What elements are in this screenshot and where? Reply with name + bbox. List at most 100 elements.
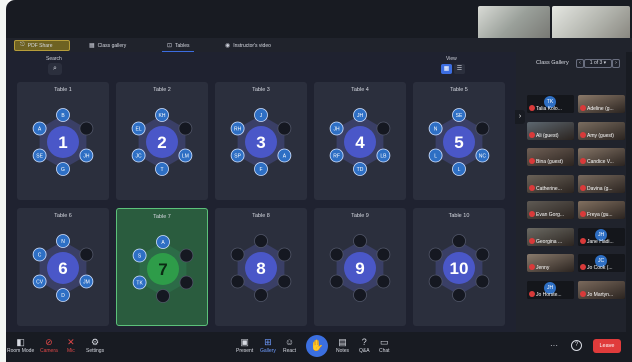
page-select[interactable]: 1 of 3 ▾ bbox=[584, 59, 612, 68]
participant-tile[interactable]: Georgina ... bbox=[527, 227, 574, 246]
empty-seat[interactable] bbox=[230, 274, 245, 289]
tab-instructors-video[interactable]: ◉ Instructor's video bbox=[220, 40, 276, 51]
previous-page-button[interactable]: ‹ bbox=[576, 59, 584, 68]
empty-seat[interactable] bbox=[475, 121, 490, 136]
participant-tile[interactable]: Catherine... bbox=[527, 174, 574, 193]
more-icon: ··· bbox=[550, 341, 558, 350]
mic-button[interactable]: ✕ Mic bbox=[67, 336, 75, 354]
seat-initials: EL bbox=[136, 127, 142, 133]
empty-seat[interactable] bbox=[452, 234, 466, 248]
table-card[interactable]: Table 7 7 A TK S bbox=[116, 208, 208, 326]
empty-seat[interactable] bbox=[353, 234, 367, 248]
list-view-button[interactable]: ☰ bbox=[454, 64, 465, 74]
participant-name: Adeline (g... bbox=[587, 106, 614, 112]
tab-pdf-share[interactable]: ⎋ PDF Share bbox=[14, 40, 70, 51]
collapse-sidebar-button[interactable]: › bbox=[515, 110, 525, 124]
participant-tile[interactable]: Bina (guest) bbox=[527, 148, 574, 166]
empty-seat[interactable] bbox=[277, 247, 292, 262]
empty-seat[interactable] bbox=[376, 274, 391, 289]
tab-class-gallery[interactable]: ▦ Class gallery bbox=[84, 40, 131, 51]
question-icon: ? bbox=[361, 337, 367, 347]
empty-seat[interactable] bbox=[254, 288, 268, 302]
participant-tile[interactable]: Candice V... bbox=[578, 148, 625, 166]
camera-button[interactable]: ⊘ Camera bbox=[40, 336, 58, 354]
settings-button[interactable]: ⚙ Settings bbox=[86, 336, 104, 354]
participant-tile[interactable]: Freya (gu... bbox=[578, 201, 625, 219]
seat-initials: RH bbox=[234, 127, 242, 133]
table-card[interactable]: Table 88 bbox=[215, 208, 307, 326]
participant-tile[interactable]: Evan Gorg... bbox=[527, 201, 574, 219]
present-button[interactable]: ▣ Present bbox=[236, 336, 253, 354]
leave-button[interactable]: Leave bbox=[593, 339, 621, 353]
grid-view-button[interactable]: ▦ bbox=[441, 64, 452, 74]
notes-icon: ▤ bbox=[338, 337, 347, 347]
table-card[interactable]: Table 4 4 JH LB TD RF JH bbox=[314, 82, 406, 200]
table-card[interactable]: Table 10 10 bbox=[413, 208, 505, 326]
table-card[interactable]: Table 5 5 SE NC L L N bbox=[413, 82, 505, 200]
empty-seat[interactable] bbox=[329, 247, 344, 262]
table-card[interactable]: Table 2 2 KH LM T JC EL bbox=[116, 82, 208, 200]
room-mode-button[interactable]: ◧ Room Mode bbox=[7, 336, 34, 354]
participant-tile[interactable]: Amy (guest) bbox=[578, 121, 625, 140]
empty-seat[interactable] bbox=[475, 274, 490, 289]
raise-hand-button[interactable]: ✋ bbox=[306, 335, 328, 357]
help-button[interactable]: ? bbox=[571, 340, 582, 351]
chevron-right-icon: › bbox=[518, 113, 522, 120]
empty-seat[interactable] bbox=[428, 247, 443, 262]
empty-seat[interactable] bbox=[179, 248, 194, 263]
seat-initials: C bbox=[38, 253, 42, 259]
table-layout: 4 JH LB TD RF JH bbox=[329, 108, 391, 176]
search-button[interactable]: ⌕ bbox=[48, 63, 62, 75]
participant-tile[interactable]: Adeline (g... bbox=[578, 95, 625, 113]
empty-seat[interactable] bbox=[329, 274, 344, 289]
mic-off-icon: ✕ bbox=[67, 337, 75, 347]
gallery-button[interactable]: ⊞ Gallery bbox=[260, 336, 276, 354]
participant-tile[interactable]: JC Jo Cook (... bbox=[578, 254, 625, 272]
empty-seat[interactable] bbox=[475, 247, 490, 262]
chat-button[interactable]: ▭ Chat bbox=[379, 336, 390, 354]
empty-seat[interactable] bbox=[277, 274, 292, 289]
empty-seat[interactable] bbox=[179, 275, 194, 290]
next-page-button[interactable]: › bbox=[612, 59, 620, 68]
empty-seat[interactable] bbox=[79, 247, 94, 262]
empty-seat[interactable] bbox=[376, 247, 391, 262]
table-number: 8 bbox=[256, 259, 265, 278]
view-label: View bbox=[446, 56, 457, 62]
participant-tile[interactable]: JH Jo Horste... bbox=[527, 280, 574, 299]
search-icon: ⌕ bbox=[53, 65, 57, 72]
empty-seat[interactable] bbox=[353, 288, 367, 302]
empty-seat[interactable] bbox=[79, 121, 94, 136]
table-card[interactable]: Table 1 1 B JH G SE A bbox=[17, 82, 109, 200]
table-card[interactable]: Table 6 6 N JM D CV C bbox=[17, 208, 109, 326]
empty-seat[interactable] bbox=[277, 121, 292, 136]
participant-name: Jo Martyn... bbox=[587, 291, 614, 298]
chat-icon: ▭ bbox=[380, 337, 389, 347]
participant-tile[interactable]: Davina (g... bbox=[578, 174, 625, 193]
table-card[interactable]: Table 3 3 J A F SP RH bbox=[215, 82, 307, 200]
empty-seat[interactable] bbox=[230, 247, 245, 262]
participant-tile[interactable]: JH Jane Hadi... bbox=[578, 227, 625, 246]
empty-seat[interactable] bbox=[428, 274, 443, 289]
tab-tables[interactable]: ⊡ Tables bbox=[162, 40, 195, 53]
qa-button[interactable]: ? Q&A bbox=[359, 336, 370, 354]
react-button[interactable]: ☺ React bbox=[283, 336, 296, 354]
participant-tile[interactable]: Jenny bbox=[527, 254, 574, 272]
empty-seat[interactable] bbox=[254, 234, 268, 248]
mic-off-icon bbox=[580, 264, 586, 270]
table-card[interactable]: Table 99 bbox=[314, 208, 406, 326]
more-button[interactable]: ··· bbox=[550, 341, 558, 350]
empty-seat[interactable] bbox=[376, 121, 391, 136]
table-layout: 5 SE NC L L N bbox=[428, 108, 490, 176]
participant-tile[interactable]: Jo Martyn... bbox=[578, 280, 625, 299]
participant-tile[interactable]: Ali (guest) bbox=[527, 121, 574, 140]
seat-initials: L bbox=[434, 154, 437, 160]
gear-icon: ⚙ bbox=[91, 337, 100, 347]
empty-seat[interactable] bbox=[156, 289, 170, 303]
notes-button[interactable]: ▤ Notes bbox=[336, 336, 349, 354]
seat-initials: JH bbox=[334, 127, 341, 133]
empty-seat[interactable] bbox=[178, 121, 193, 136]
participant-tile[interactable]: TK Talia Kolo... bbox=[527, 95, 574, 113]
qa-label: Q&A bbox=[359, 348, 370, 354]
empty-seat[interactable] bbox=[452, 288, 466, 302]
mic-off-icon bbox=[529, 264, 535, 270]
